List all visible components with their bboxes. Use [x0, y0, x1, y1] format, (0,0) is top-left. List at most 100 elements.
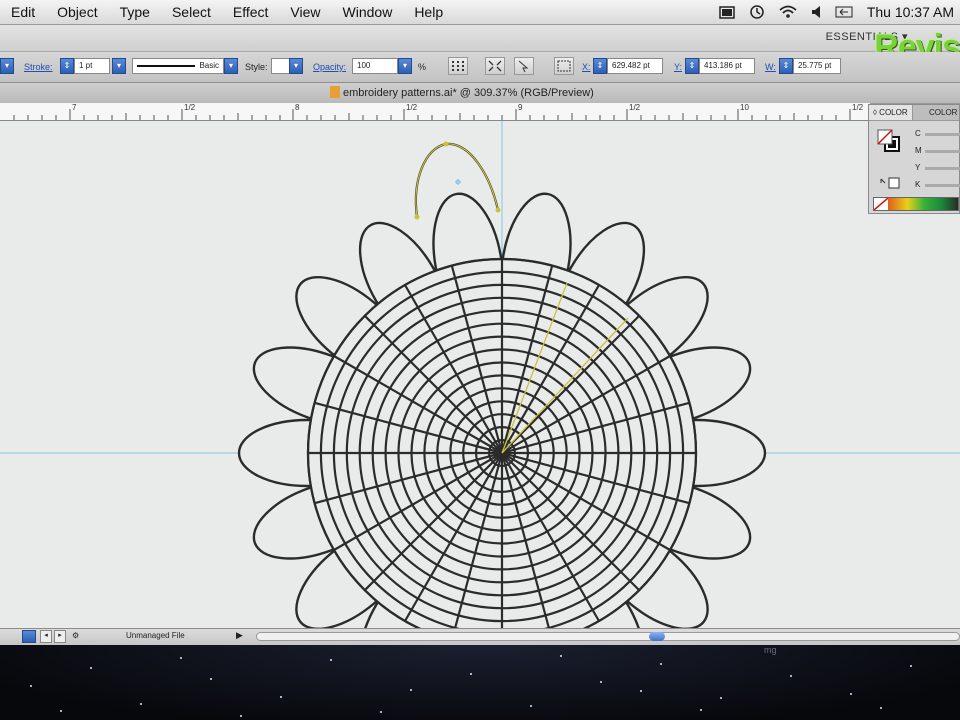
star-icon [60, 710, 62, 712]
star-icon [330, 659, 332, 661]
opacity-label[interactable]: Opacity: [313, 62, 346, 72]
options-icon[interactable]: ⚙ [72, 631, 79, 640]
tab-color[interactable]: ◊ COLOR [869, 105, 913, 120]
fill-stroke-swatch-icon[interactable] [877, 129, 901, 153]
stroke-label[interactable]: Stroke: [24, 62, 53, 72]
y-label-color: Y [915, 163, 921, 172]
document-title: embroidery patterns.ai* @ 309.37% (RGB/P… [343, 87, 594, 99]
star-icon [410, 689, 412, 691]
ruler-label: 9 [518, 103, 523, 112]
menubar-status-area: Thu 10:37 AM [719, 0, 954, 24]
menu-window[interactable]: Window [332, 4, 404, 20]
star-icon [530, 705, 532, 707]
color-spectrum-bar[interactable] [873, 197, 959, 211]
scroll-thumb[interactable] [649, 632, 665, 641]
w-stepper[interactable]: ⇕ [779, 58, 793, 74]
star-icon [240, 715, 242, 717]
k-label: K [915, 180, 921, 189]
transform-icon[interactable] [485, 57, 505, 75]
artboard-canvas[interactable] [0, 121, 960, 628]
opacity-unit: % [418, 62, 427, 72]
brush-definition-field[interactable]: Basic [132, 58, 224, 74]
select-similar-icon[interactable] [554, 57, 574, 75]
y-stepper[interactable]: ⇕ [685, 58, 699, 74]
none-swatch-icon[interactable] [874, 198, 888, 210]
y-field[interactable]: 413.186 pt [699, 58, 755, 74]
stroke-weight-field[interactable]: 1 pt [74, 58, 110, 74]
color-panel-tabs: ◊ COLOR COLOR [869, 105, 959, 121]
prev-artboard-button[interactable]: ◂ [40, 630, 52, 643]
menu-type[interactable]: Type [109, 4, 161, 20]
c-slider[interactable] [925, 133, 960, 136]
star-icon [280, 696, 282, 698]
dock-label: mg [764, 645, 777, 655]
wifi-icon[interactable] [779, 5, 797, 19]
brush-stroke-preview-icon [137, 65, 195, 67]
star-icon [600, 681, 602, 683]
menu-help[interactable]: Help [403, 4, 454, 20]
star-icon [720, 697, 722, 699]
c-label: C [915, 129, 921, 138]
star-icon [380, 711, 382, 713]
status-menu-arrow-icon[interactable]: ▶ [236, 630, 243, 641]
document-tab-bar: embroidery patterns.ai* @ 309.37% (RGB/P… [0, 83, 960, 104]
input-menu-icon[interactable] [835, 6, 853, 18]
menu-select[interactable]: Select [161, 4, 222, 20]
zoom-dropdown[interactable] [22, 630, 36, 643]
m-slider[interactable] [925, 150, 960, 153]
fill-dropdown[interactable]: ▾ [0, 58, 14, 74]
brush-dropdown[interactable]: ▾ [224, 58, 238, 74]
file-status: Unmanaged File [126, 631, 185, 640]
horizontal-scrollbar[interactable] [256, 632, 960, 641]
w-label[interactable]: W: [765, 62, 776, 72]
isolate-icon[interactable] [514, 57, 534, 75]
document-tab[interactable]: embroidery patterns.ai* @ 309.37% (RGB/P… [330, 86, 594, 99]
opacity-field[interactable]: 100 [352, 58, 398, 74]
y-label[interactable]: Y: [674, 62, 682, 72]
star-icon [210, 678, 212, 680]
style-label: Style: [245, 62, 268, 72]
star-icon [470, 673, 472, 675]
flower-artwork[interactable] [0, 121, 960, 628]
star-icon [140, 703, 142, 705]
y-slider[interactable] [925, 167, 960, 170]
star-icon [700, 709, 702, 711]
time-machine-icon[interactable] [749, 4, 765, 20]
reference-point-icon[interactable] [448, 57, 468, 75]
m-label: M [915, 146, 922, 155]
x-label[interactable]: X: [582, 62, 591, 72]
stroke-weight-dropdown[interactable]: ▾ [112, 58, 126, 74]
menu-view[interactable]: View [279, 4, 331, 20]
volume-icon[interactable] [811, 6, 821, 18]
ruler-label: 10 [740, 103, 749, 112]
mac-menubar: Edit Object Type Select Effect View Wind… [0, 0, 960, 25]
star-icon [880, 707, 882, 709]
ruler-label: 1/2 [852, 103, 864, 112]
menubar-clock[interactable]: Thu 10:37 AM [867, 4, 954, 20]
tab-color-guide[interactable]: COLOR [925, 105, 960, 120]
star-icon [90, 667, 92, 669]
style-dropdown[interactable]: ▾ [289, 58, 303, 74]
control-panel: ▾ Stroke: ⇕ 1 pt ▾ Basic ▾ Style: ▾ Opac… [0, 52, 960, 83]
star-icon [560, 655, 562, 657]
menu-effect[interactable]: Effect [222, 4, 280, 20]
ruler-label: 1/2 [629, 103, 641, 112]
x-field[interactable]: 629.482 pt [607, 58, 663, 74]
stroke-weight-stepper[interactable]: ⇕ [60, 58, 74, 74]
opacity-dropdown[interactable]: ▾ [398, 58, 412, 74]
graphic-style-swatch[interactable] [271, 58, 291, 74]
star-icon [640, 690, 642, 692]
w-field[interactable]: 25.775 pt [793, 58, 841, 74]
ruler-label: 1/2 [184, 103, 196, 112]
star-icon [30, 685, 32, 687]
menu-edit[interactable]: Edit [0, 4, 46, 20]
x-stepper[interactable]: ⇕ [593, 58, 607, 74]
menu-object[interactable]: Object [46, 4, 108, 20]
star-icon [790, 675, 792, 677]
next-artboard-button[interactable]: ▸ [54, 630, 66, 643]
star-icon [850, 693, 852, 695]
k-slider[interactable] [925, 184, 960, 187]
display-icon[interactable] [719, 5, 735, 19]
swap-fill-stroke-icon[interactable] [879, 177, 901, 189]
horizontal-ruler[interactable]: 7 1/2 8 1/2 9 1/2 10 1/2 [0, 103, 870, 121]
